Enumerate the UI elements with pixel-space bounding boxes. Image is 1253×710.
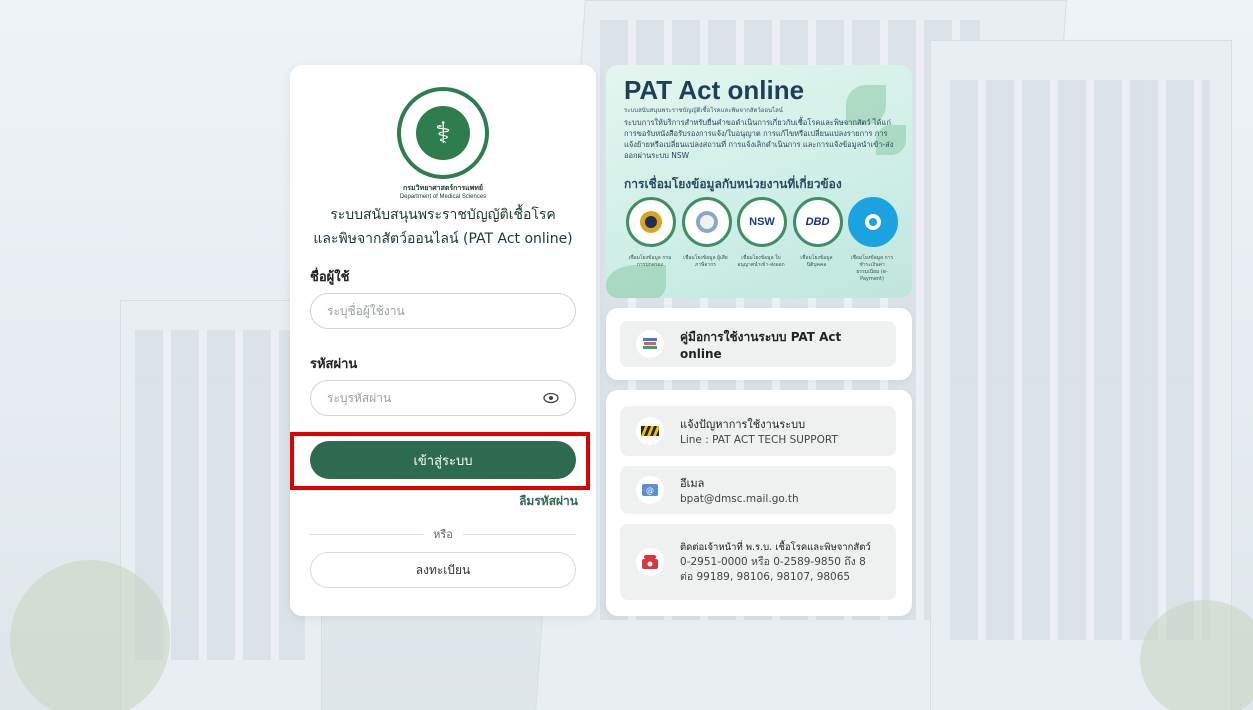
telephone-icon <box>636 548 664 576</box>
username-label: ชื่อผู้ใช้ <box>310 270 350 285</box>
manual-label: คู่มือการใช้งานระบบ PAT Act online <box>680 329 842 361</box>
email-item[interactable]: @ อีเมล bpat@dmsc.mail.go.th <box>620 466 896 514</box>
ministry-logo: ⚕ กรมวิทยาศาสตร์การแพทย์ Department of M… <box>290 87 596 200</box>
banner-link-title: การเชื่อมโยงข้อมูลกับหน่วยงานที่เกี่ยวข้… <box>624 177 842 191</box>
org-krungthai: เชื่อมโยงข้อมูล การชำระเงินค่าธรรมเนียม … <box>848 197 898 283</box>
support-title: แจ้งปัญหาการใช้งานระบบ <box>680 417 806 431</box>
books-icon <box>636 330 664 358</box>
org-nsw: NSW เชื่อมโยงข้อมูล ใบอนุญาตนำเข้า-ส่งออ… <box>737 197 787 283</box>
email-text: อีเมล bpat@dmsc.mail.go.th <box>680 474 799 507</box>
revenue-dept-logo-icon <box>681 197 732 247</box>
support-item[interactable]: แจ้งปัญหาการใช้งานระบบ Line : PAT ACT TE… <box>620 406 896 456</box>
username-input[interactable] <box>325 303 561 319</box>
banner-title: PAT Act online <box>624 75 805 105</box>
register-button[interactable]: ลงทะเบียน <box>310 552 576 588</box>
system-title-line2: และพิษจากสัตว์ออนไลน์ (PAT Act online) <box>313 231 573 247</box>
building-windows-right <box>950 80 1210 640</box>
org-caption: เชื่อมโยงข้อมูล การชำระเงินค่าธรรมเนียม … <box>850 255 894 282</box>
org-caption: เชื่อมโยงข้อมูล กรมการปกครอง <box>628 255 672 268</box>
system-title: ระบบสนับสนุนพระราชบัญญัติเชื้อโรค และพิษ… <box>290 203 596 251</box>
banner-description: ระบบการให้บริการสำหรับยื่นคำขอดำเนินการเ… <box>624 118 894 160</box>
phone-numbers: 0-2951-0000 หรือ 0-2589-9850 ถึง 8 <box>680 555 866 568</box>
login-button-highlight <box>290 432 590 490</box>
svg-text:@: @ <box>646 486 654 495</box>
warning-stripe-icon <box>636 417 664 445</box>
forgot-password-link[interactable]: ลืมรหัสผ่าน <box>519 492 578 511</box>
caduceus-icon: ⚕ <box>416 106 470 160</box>
phone-title: ติดต่อเจ้าหน้าที่ พ.ร.บ. เชื้อโรคและพิษจ… <box>680 541 871 553</box>
password-input[interactable] <box>325 390 541 406</box>
phone-text: ติดต่อเจ้าหน้าที่ พ.ร.บ. เชื้อโรคและพิษจ… <box>680 540 871 585</box>
phone-extensions: ต่อ 99189, 98106, 98107, 98065 <box>680 570 851 583</box>
manual-card[interactable]: คู่มือการใช้งานระบบ PAT Act online <box>606 308 912 380</box>
org-dbd: DBD เชื่อมโยงข้อมูล นิติบุคคล <box>792 197 843 283</box>
nsw-logo-icon: NSW <box>737 197 787 247</box>
ministry-seal-icon: ⚕ <box>397 87 489 179</box>
divider-line <box>462 533 577 535</box>
contact-card: แจ้งปัญหาการใช้งานระบบ Line : PAT ACT TE… <box>606 390 912 616</box>
password-field[interactable] <box>310 380 576 416</box>
org-dopa: เชื่อมโยงข้อมูล กรมการปกครอง <box>626 197 676 283</box>
dopa-logo-icon <box>626 197 676 247</box>
pat-act-banner: PAT Act online ระบบสนับสนุนพระราชบัญญัติ… <box>606 65 912 298</box>
department-name-en: Department of Medical Sciences <box>399 194 487 200</box>
org-caption: เชื่อมโยงข้อมูล นิติบุคคล <box>800 255 833 268</box>
org-caption: เชื่อมโยงข้อมูล ใบอนุญาตนำเข้า-ส่งออก <box>737 255 785 268</box>
org-caption: เชื่อมโยงข้อมูล ผู้เสียภาษีอากร <box>683 255 728 268</box>
support-text: แจ้งปัญหาการใช้งานระบบ Line : PAT ACT TE… <box>680 415 838 448</box>
login-card: ⚕ กรมวิทยาศาสตร์การแพทย์ Department of M… <box>290 65 596 616</box>
email-title: อีเมล <box>680 476 705 490</box>
divider-line <box>310 533 424 535</box>
eye-icon[interactable] <box>541 388 561 408</box>
password-label: รหัสผ่าน <box>310 357 358 372</box>
partner-orgs: เชื่อมโยงข้อมูล กรมการปกครอง เชื่อมโยงข้… <box>626 197 898 283</box>
department-name-th: กรมวิทยาศาสตร์การแพทย์ <box>403 185 483 192</box>
org-revenue: เชื่อมโยงข้อมูล ผู้เสียภาษีอากร <box>681 197 732 283</box>
tree <box>10 560 170 710</box>
or-text: หรือ <box>433 528 453 541</box>
email-address: bpat@dmsc.mail.go.th <box>680 492 799 505</box>
email-icon: @ <box>636 476 664 504</box>
banner-subtitle: ระบบสนับสนุนพระราชบัญญัติเชื้อโรคและพิษจ… <box>624 107 783 114</box>
system-title-line1: ระบบสนับสนุนพระราชบัญญัติเชื้อโรค <box>330 207 556 223</box>
manual-link[interactable]: คู่มือการใช้งานระบบ PAT Act online <box>620 321 896 367</box>
phone-item[interactable]: ติดต่อเจ้าหน้าที่ พ.ร.บ. เชื้อโรคและพิษจ… <box>620 524 896 600</box>
or-divider: หรือ <box>310 525 577 543</box>
krungthai-logo-icon <box>848 197 898 247</box>
dbd-logo-icon: DBD <box>792 197 843 247</box>
username-field[interactable] <box>310 293 576 329</box>
support-line: Line : PAT ACT TECH SUPPORT <box>680 433 838 446</box>
